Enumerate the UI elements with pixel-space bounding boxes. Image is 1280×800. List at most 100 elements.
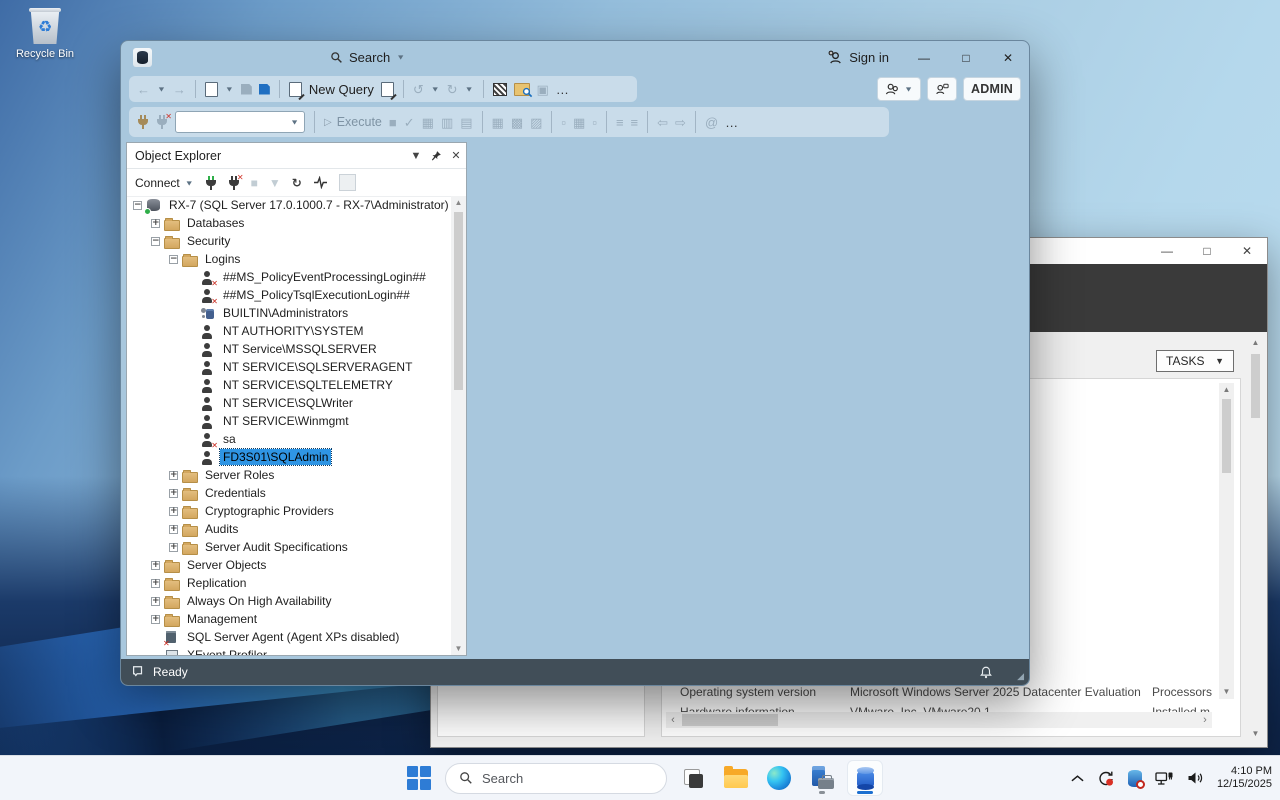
tree-item-label[interactable]: NT AUTHORITY\SYSTEM (220, 323, 366, 339)
decrease-indent-icon[interactable]: ⇦ (657, 116, 668, 129)
tree-item-label[interactable]: Always On High Availability (184, 593, 335, 609)
scroll-left-icon[interactable]: ‹ (666, 712, 680, 728)
toolbar-overflow-icon[interactable]: … (556, 83, 569, 96)
object-explorer-scrollbar[interactable]: ▲ ▼ (451, 196, 466, 655)
tree-item-label[interactable]: XEvent Profiler (184, 647, 270, 655)
uncomment-icon[interactable]: ≡ (631, 116, 639, 129)
scroll-up-icon[interactable]: ▲ (451, 198, 466, 207)
chevron-down-icon[interactable]: ▼ (465, 85, 474, 93)
new-query-icon[interactable] (288, 81, 305, 100)
tree-item[interactable]: SQL Server Agent (Agent XPs disabled) (127, 628, 451, 646)
tree-item-label[interactable]: Credentials (202, 485, 269, 501)
volume-icon[interactable] (1187, 771, 1204, 785)
change-connection-icon[interactable]: ✕ (156, 112, 172, 129)
execute-button[interactable]: ▷ Execute (324, 115, 382, 129)
tree-expander-icon[interactable]: + (151, 578, 160, 588)
search-menu[interactable]: Search ▼ (320, 41, 415, 74)
window-position-icon[interactable]: ▼ (406, 150, 426, 162)
tree-item[interactable]: NT SERVICE\SQLWriter (127, 394, 451, 412)
new-query-button[interactable]: New Query (309, 82, 374, 97)
start-button[interactable] (402, 761, 436, 795)
tree-item-label[interactable]: NT SERVICE\SQLTELEMETRY (220, 377, 396, 393)
tree-item[interactable]: NT SERVICE\Winmgmt (127, 412, 451, 430)
save-icon[interactable] (240, 83, 252, 95)
tree-item-label[interactable]: Replication (184, 575, 249, 591)
properties-horizontal-scrollbar[interactable]: ‹ › (666, 712, 1212, 728)
intellisense-icon[interactable]: ▤ (460, 116, 472, 129)
filter-icon[interactable]: ▼ (269, 176, 281, 190)
tree-expander-icon[interactable]: + (169, 470, 178, 480)
server-manager-scrollbar[interactable]: ▲ ▼ (1248, 336, 1263, 741)
close-icon[interactable]: ✕ (446, 149, 466, 162)
tree-expander-icon[interactable]: − (151, 236, 160, 246)
redo-icon[interactable]: ↻ (447, 83, 458, 96)
tree-expander-icon[interactable]: + (151, 614, 160, 624)
disconnect-icon[interactable]: ✕ (228, 173, 244, 190)
actual-plan-icon[interactable]: ▦ (492, 116, 504, 129)
tree-item-label[interactable]: NT Service\MSSQLSERVER (220, 341, 380, 357)
scroll-up-icon[interactable]: ▲ (1223, 383, 1231, 397)
tree-item[interactable]: − Security (127, 232, 451, 250)
scroll-down-icon[interactable]: ▼ (1223, 685, 1231, 699)
pin-icon[interactable] (426, 150, 446, 162)
server-manager-taskbar-button[interactable] (805, 761, 839, 795)
tree-item[interactable]: FD3S01\SQLAdmin (127, 448, 451, 466)
chevron-down-icon[interactable]: ▼ (431, 85, 440, 93)
tree-item-label[interactable]: BUILTIN\Administrators (220, 305, 351, 321)
tree-item[interactable]: BUILTIN\Administrators (127, 304, 451, 322)
comment-icon[interactable]: ≡ (616, 116, 624, 129)
toolbar-overflow-icon[interactable]: … (725, 116, 738, 129)
tree-item-label[interactable]: Audits (202, 521, 241, 537)
task-view-button[interactable] (676, 761, 710, 795)
results-to-text-icon[interactable]: ▫ (561, 116, 566, 129)
tree-item-label[interactable]: ##MS_PolicyEventProcessingLogin## (220, 269, 429, 285)
save-all-icon[interactable] (258, 83, 270, 95)
tree-expander-icon[interactable]: + (169, 542, 178, 552)
close-button[interactable]: ✕ (1227, 238, 1267, 264)
navigate-back-icon[interactable]: ← (137, 83, 150, 96)
maximize-button[interactable]: □ (1187, 238, 1227, 264)
maximize-button[interactable]: □ (945, 41, 987, 74)
chevron-down-icon[interactable]: ▼ (157, 85, 166, 93)
tree-expander-icon[interactable]: + (151, 218, 160, 228)
tree-item[interactable]: ##MS_PolicyTsqlExecutionLogin## (127, 286, 451, 304)
minimize-button[interactable]: — (1147, 238, 1187, 264)
tree-expander-icon[interactable]: + (169, 506, 178, 516)
new-query-from-current-icon[interactable] (380, 81, 397, 100)
connect-dropdown[interactable]: Connect ▼ (135, 176, 194, 190)
properties-vertical-scrollbar[interactable]: ▲ ▼ (1219, 383, 1234, 699)
tree-item[interactable]: + Cryptographic Providers (127, 502, 451, 520)
tree-item-label[interactable]: SQL Server Agent (Agent XPs disabled) (184, 629, 402, 645)
tree-item-label[interactable]: Management (184, 611, 260, 627)
results-to-grid-icon[interactable]: ▦ (573, 116, 585, 129)
tree-item-label[interactable]: Server Roles (202, 467, 277, 483)
network-icon[interactable] (1155, 771, 1174, 786)
tree-item[interactable]: NT AUTHORITY\SYSTEM (127, 322, 451, 340)
parse-icon[interactable]: ✓ (404, 116, 415, 129)
tree-expander-icon[interactable]: + (151, 560, 160, 570)
connect-database-icon[interactable] (137, 115, 149, 129)
tree-expander-icon[interactable]: − (133, 200, 142, 210)
scripting-options-icon[interactable] (338, 174, 356, 191)
activity-monitor-icon[interactable] (313, 176, 328, 189)
tree-item-label[interactable]: Logins (202, 251, 243, 267)
account-button[interactable]: ADMIN (963, 77, 1021, 101)
notifications-bell-icon[interactable] (979, 665, 993, 680)
ssms-taskbar-button[interactable] (848, 761, 882, 795)
browse-servers-icon[interactable]: ▣ (537, 83, 549, 96)
feedback-button[interactable] (927, 77, 958, 101)
tree-item[interactable]: NT SERVICE\SQLSERVERAGENT (127, 358, 451, 376)
database-selector-combobox[interactable]: ▼ (175, 111, 305, 133)
tree-item[interactable]: NT SERVICE\SQLTELEMETRY (127, 376, 451, 394)
tree-expander-icon[interactable]: + (169, 488, 178, 498)
tray-overflow-chevron-icon[interactable] (1071, 774, 1084, 783)
sign-in-button[interactable]: Sign in (828, 50, 889, 65)
query-options-icon[interactable]: ▥ (441, 116, 453, 129)
tree-item[interactable]: + Audits (127, 520, 451, 538)
tree-item-label[interactable]: Server Objects (184, 557, 269, 573)
edge-browser-button[interactable] (762, 761, 796, 795)
connect-object-explorer-icon[interactable] (205, 175, 217, 190)
scrollbar-thumb[interactable] (682, 714, 778, 726)
resize-grip[interactable]: ◢ (1017, 671, 1024, 682)
tree-item-label[interactable]: Databases (184, 215, 247, 231)
